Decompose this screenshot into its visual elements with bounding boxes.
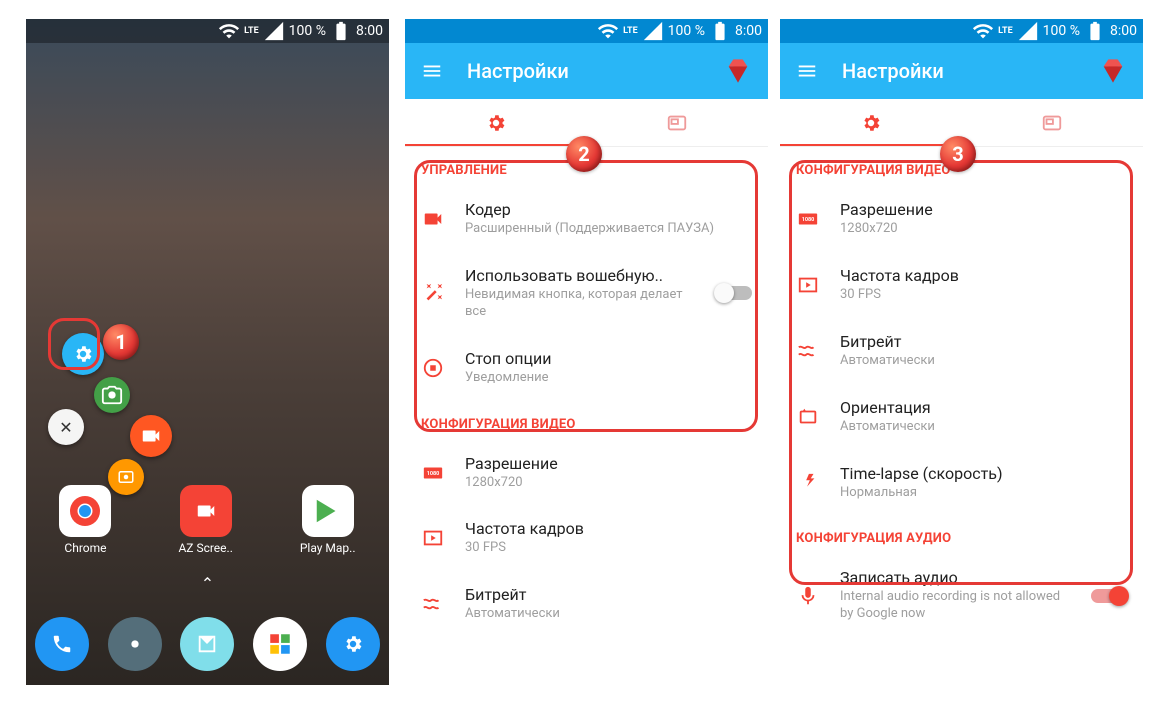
panel-settings-video: LTE 100 % 8:00 Настройки КОНФИГУРАЦИЯ ВИ… xyxy=(780,19,1143,685)
float-record-button[interactable] xyxy=(130,415,172,457)
app-title: Настройки xyxy=(842,59,1075,83)
badge-1: 1 xyxy=(103,324,139,360)
stop-icon xyxy=(421,356,445,380)
wifi-icon xyxy=(597,20,619,42)
battery-icon xyxy=(1084,20,1106,42)
diamond-icon[interactable] xyxy=(724,57,752,85)
row-magic[interactable]: Использовать вошебную..Невидимая кнопка,… xyxy=(405,252,768,335)
dock-camera[interactable] xyxy=(108,617,162,671)
app-drawer-caret-icon[interactable]: ⌃ xyxy=(201,574,214,593)
timelapse-icon xyxy=(796,471,820,495)
signal-icon xyxy=(263,20,285,42)
magic-wand-icon xyxy=(421,281,445,305)
row-resolution[interactable]: 1080 Разрешение1280x720 xyxy=(405,440,768,506)
battery-icon xyxy=(330,20,352,42)
float-settings-button[interactable] xyxy=(62,333,104,375)
status-bar: LTE 100 % 8:00 xyxy=(26,19,389,43)
badge-3: 3 xyxy=(940,136,976,172)
svg-text:1080: 1080 xyxy=(802,217,815,223)
dock xyxy=(26,617,389,671)
wifi-icon xyxy=(218,20,240,42)
mic-icon xyxy=(796,584,820,608)
float-close-button[interactable]: ✕ xyxy=(48,409,84,445)
row-fps[interactable]: Частота кадров30 FPS xyxy=(405,505,768,571)
tab-overlay[interactable] xyxy=(962,99,1144,146)
row-timelapse[interactable]: Time-lapse (скорость)Нормальная xyxy=(780,450,1143,516)
svg-text:1080: 1080 xyxy=(427,470,440,476)
section-video: КОНФИГУРАЦИЯ ВИДЕО xyxy=(405,401,768,440)
badge-2: 2 xyxy=(566,136,602,172)
row-bitrate[interactable]: БитрейтАвтоматически xyxy=(780,318,1143,384)
orientation-icon xyxy=(796,405,820,429)
dock-mail[interactable] xyxy=(180,617,234,671)
tab-settings[interactable] xyxy=(780,99,962,146)
row-resolution[interactable]: 1080 Разрешение1280x720 xyxy=(780,186,1143,252)
battery-pct: 100 % xyxy=(289,23,326,39)
app-bar: Настройки xyxy=(405,43,768,99)
app-title: Настройки xyxy=(467,59,700,83)
tab-overlay[interactable] xyxy=(587,99,769,146)
signal-icon xyxy=(642,20,664,42)
clock: 8:00 xyxy=(356,23,383,39)
home-apps-row: Chrome AZ Scree.. Play Мар.. xyxy=(26,485,389,555)
app-azscreen[interactable]: AZ Scree.. xyxy=(178,485,232,555)
bitrate-icon xyxy=(796,339,820,363)
app-playmarket[interactable]: Play Мар.. xyxy=(300,485,356,555)
status-bar: LTE 100 % 8:00 xyxy=(405,19,768,43)
row-orientation[interactable]: ОриентацияАвтоматически xyxy=(780,384,1143,450)
framerate-icon xyxy=(421,526,445,550)
row-bitrate[interactable]: БитрейтАвтоматически xyxy=(405,571,768,637)
status-bar: LTE 100 % 8:00 xyxy=(780,19,1143,43)
audio-toggle[interactable] xyxy=(1091,589,1127,603)
magic-toggle[interactable] xyxy=(716,286,752,300)
menu-icon[interactable] xyxy=(421,60,443,82)
app-bar: Настройки xyxy=(780,43,1143,99)
row-coder[interactable]: КодерРасширенный (Поддерживается ПАУЗА) xyxy=(405,186,768,252)
section-audio: КОНФИГУРАЦИЯ АУДИО xyxy=(780,515,1143,554)
panel-settings-control: LTE 100 % 8:00 Настройки УПРАВЛЕНИЕ Коде… xyxy=(405,19,768,685)
wifi-icon xyxy=(972,20,994,42)
row-stop[interactable]: Стоп опцииУведомление xyxy=(405,335,768,401)
float-camera-button[interactable] xyxy=(94,377,130,413)
dock-gallery[interactable] xyxy=(253,617,307,671)
network-type: LTE xyxy=(244,26,259,36)
battery-icon xyxy=(709,20,731,42)
tab-settings[interactable] xyxy=(405,99,587,146)
framerate-icon xyxy=(796,273,820,297)
bitrate-icon xyxy=(421,592,445,616)
diamond-icon[interactable] xyxy=(1099,57,1127,85)
resolution-icon: 1080 xyxy=(421,461,445,485)
panel-home: LTE 100 % 8:00 ✕ Chrome AZ Scree.. Play … xyxy=(26,19,389,685)
dock-phone[interactable] xyxy=(35,617,89,671)
videocam-icon xyxy=(421,207,445,231)
dock-settings[interactable] xyxy=(326,617,380,671)
row-fps[interactable]: Частота кадров30 FPS xyxy=(780,252,1143,318)
app-chrome[interactable]: Chrome xyxy=(59,485,111,555)
row-audio[interactable]: Записать аудиоInternal audio recording i… xyxy=(780,554,1143,623)
signal-icon xyxy=(1017,20,1039,42)
menu-icon[interactable] xyxy=(796,60,818,82)
resolution-icon: 1080 xyxy=(796,207,820,231)
